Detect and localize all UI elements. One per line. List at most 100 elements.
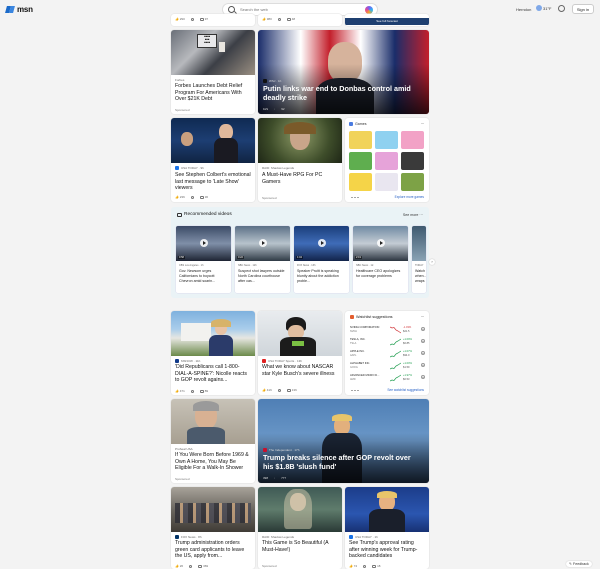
top-card-left[interactable]: 290 97 xyxy=(171,14,255,26)
article-card-trump-revolt[interactable]: The Independent · 17h Trump breaks silen… xyxy=(258,399,429,483)
top-card-mid[interactable]: 380 48 xyxy=(258,14,342,26)
see-full-forecast-button[interactable]: See full forecast xyxy=(345,18,429,25)
settings-gear-icon[interactable] xyxy=(558,5,565,12)
dislike-icon[interactable] xyxy=(189,564,193,568)
video-title[interactable]: Healthcare CEO apologizes for coverage p… xyxy=(356,269,405,279)
article-card-gop[interactable]: MSNOW · 11h 'Did Republicans call 1-800-… xyxy=(171,311,255,395)
game-tile[interactable] xyxy=(349,152,372,170)
comment-count[interactable]: 48 xyxy=(286,17,295,21)
play-icon[interactable] xyxy=(317,239,326,247)
watchlist-row[interactable]: ADVANCED MICRO D... AMD +1.97% $0.53 + xyxy=(350,373,425,384)
game-tile[interactable] xyxy=(349,173,372,191)
explore-games-link[interactable]: Explore more games xyxy=(395,195,424,199)
more-options-icon[interactable]: ··· xyxy=(421,314,425,320)
article-card-colbert[interactable]: USA TODAY · 9h See Stephen Colbert's emo… xyxy=(171,118,255,202)
article-title[interactable]: Trump breaks silence after GOP revolt ov… xyxy=(263,453,419,471)
watchlist-row[interactable]: NVIDIA CORPORATION NVDA -1.03% $21.5 + xyxy=(350,325,425,336)
like-count[interactable]: 74 xyxy=(349,564,357,568)
article-card-nascar[interactable]: USA TODAY Sports · 13h What we know abou… xyxy=(258,311,342,395)
article-title[interactable]: Putin links war end to Donbas control am… xyxy=(263,84,419,102)
sign-in-button[interactable]: Sign in xyxy=(572,4,594,14)
video-title[interactable]: Speaker Pruitt is speaking bluntly about… xyxy=(297,269,346,283)
comment-count[interactable]: 92 xyxy=(281,107,284,111)
game-tile[interactable] xyxy=(401,173,424,191)
search-input[interactable] xyxy=(240,7,360,12)
weather-widget[interactable]: 31°F xyxy=(536,5,552,11)
dislike-icon[interactable]: ◦ xyxy=(274,476,275,480)
video-title[interactable]: Gov. Newsom urges Californians to boycot… xyxy=(179,269,228,283)
dislike-icon[interactable] xyxy=(190,195,194,199)
dislike-icon[interactable] xyxy=(277,17,281,21)
video-card[interactable]: 0:58 CBS Los Angeles · 1h Gov. Newsom urge… xyxy=(176,226,231,293)
video-card[interactable]: TODAY Watch when... wraps xyxy=(412,226,426,293)
article-title[interactable]: A Must-Have RPG For PC Gamers xyxy=(262,172,338,185)
video-card[interactable]: 2:19 NBC News · 1d Healthcare CEO apologiz… xyxy=(353,226,408,293)
play-icon[interactable] xyxy=(199,239,208,247)
article-title[interactable]: See Stephen Colbert's emotional last mes… xyxy=(175,172,251,192)
article-title[interactable]: Trump administration orders green card a… xyxy=(175,540,251,560)
add-to-watchlist-icon[interactable]: + xyxy=(421,375,425,379)
dislike-icon[interactable] xyxy=(190,17,194,21)
game-tile[interactable] xyxy=(375,173,398,191)
article-title[interactable]: See Trump's approval rating after winnin… xyxy=(349,540,425,560)
watchlist-row[interactable]: APPLE INC. AAPL +1.07% $94.0 + xyxy=(350,349,425,360)
game-tile[interactable] xyxy=(375,131,398,149)
add-to-watchlist-icon[interactable]: + xyxy=(421,327,425,331)
article-title[interactable]: If You Were Born Before 1969 & Own A Hom… xyxy=(175,452,251,472)
article-card-approval[interactable]: USA TODAY · 1h See Trump's approval rati… xyxy=(345,487,429,569)
like-count[interactable]: 398 xyxy=(263,476,268,480)
article-title[interactable]: This Game is So Beautiful (A Must-Have!) xyxy=(262,540,338,553)
game-tile[interactable] xyxy=(401,152,424,170)
see-watchlist-link[interactable]: See watchlist suggestions xyxy=(387,388,424,392)
video-title[interactable]: Watch when... wraps xyxy=(415,269,426,283)
copilot-icon[interactable] xyxy=(365,6,373,14)
games-header[interactable]: Games xyxy=(349,122,367,126)
next-arrow-icon[interactable]: › xyxy=(429,259,435,265)
like-count[interactable]: 1kS xyxy=(263,107,268,111)
like-count[interactable]: 471 xyxy=(175,389,185,393)
dislike-icon[interactable]: ◦ xyxy=(274,107,275,111)
more-options-icon[interactable]: ··· xyxy=(421,121,425,127)
location-label[interactable]: Herndon xyxy=(516,7,531,12)
add-to-watchlist-icon[interactable]: + xyxy=(421,351,425,355)
article-title[interactable]: Forbes Launches Debt Relief Program For … xyxy=(175,83,251,103)
article-card-beautiful-game[interactable]: RAID: Shadow Legends This Game is So Bea… xyxy=(258,487,342,569)
feedback-button[interactable]: ✎ Feedback xyxy=(566,561,592,567)
article-card-rpg[interactable]: RAID: Shadow Legends A Must-Have RPG For… xyxy=(258,118,342,202)
article-card-born1969[interactable]: ProSeal USA If You Were Born Before 1969… xyxy=(171,399,255,483)
article-title[interactable]: What we know about NASCAR star Kyle Busc… xyxy=(262,364,338,377)
add-to-watchlist-icon[interactable]: + xyxy=(421,363,425,367)
game-tile[interactable] xyxy=(401,131,424,149)
game-tile[interactable] xyxy=(375,152,398,170)
video-card[interactable]: 1:04 FOX News · 13h Speaker Pruitt is spea… xyxy=(294,226,349,293)
see-more-link[interactable]: See more ··· xyxy=(403,213,423,217)
like-count[interactable]: 236 xyxy=(175,195,185,199)
dislike-icon[interactable] xyxy=(190,389,194,393)
dislike-icon[interactable] xyxy=(363,564,367,568)
watchlist-row[interactable]: TESLA, INC. TSLA +1.09% $6.85 + xyxy=(350,337,425,348)
play-icon[interactable] xyxy=(376,239,385,247)
article-card-putin[interactable]: WSJ · 1h Putin links war end to Donbas c… xyxy=(258,30,429,114)
like-count[interactable]: 26 xyxy=(175,564,183,568)
watchlist-header[interactable]: Watchlist suggestions xyxy=(350,315,393,319)
comment-count[interactable]: 369 xyxy=(198,564,208,568)
play-icon[interactable] xyxy=(258,239,267,247)
game-tile[interactable] xyxy=(349,131,372,149)
like-count[interactable]: 380 xyxy=(262,17,272,21)
article-title[interactable]: 'Did Republicans call 1-800-DIAL-A-SPINE… xyxy=(175,364,251,384)
add-to-watchlist-icon[interactable]: + xyxy=(421,339,425,343)
comment-count[interactable]: 97 xyxy=(199,17,208,21)
video-card[interactable]: 0:22 NBC News · 12h Suspect shot lawyers o… xyxy=(235,226,290,293)
dislike-icon[interactable] xyxy=(277,388,281,392)
video-title[interactable]: Suspect shot lawyers outside North Carol… xyxy=(238,269,287,283)
comment-count[interactable]: 89 xyxy=(199,389,208,393)
article-card-green-card[interactable]: FOX News · 8h Trump administration order… xyxy=(171,487,255,569)
like-count[interactable]: 290 xyxy=(175,17,185,21)
comment-count[interactable]: 136 xyxy=(286,388,297,392)
article-card-forbes[interactable]: ■■■■ ■■■ ■■■■ Forbes Forbes Launches Debt … xyxy=(171,30,255,114)
comment-count[interactable]: 777 xyxy=(281,476,286,480)
watchlist-row[interactable]: ALPHABET INC. GOOG +1.00% $1.59 + xyxy=(350,361,425,372)
comment-count[interactable]: 18 xyxy=(372,564,380,568)
comment-count[interactable]: 36 xyxy=(199,195,208,199)
msn-logo[interactable]: msn xyxy=(5,5,33,14)
